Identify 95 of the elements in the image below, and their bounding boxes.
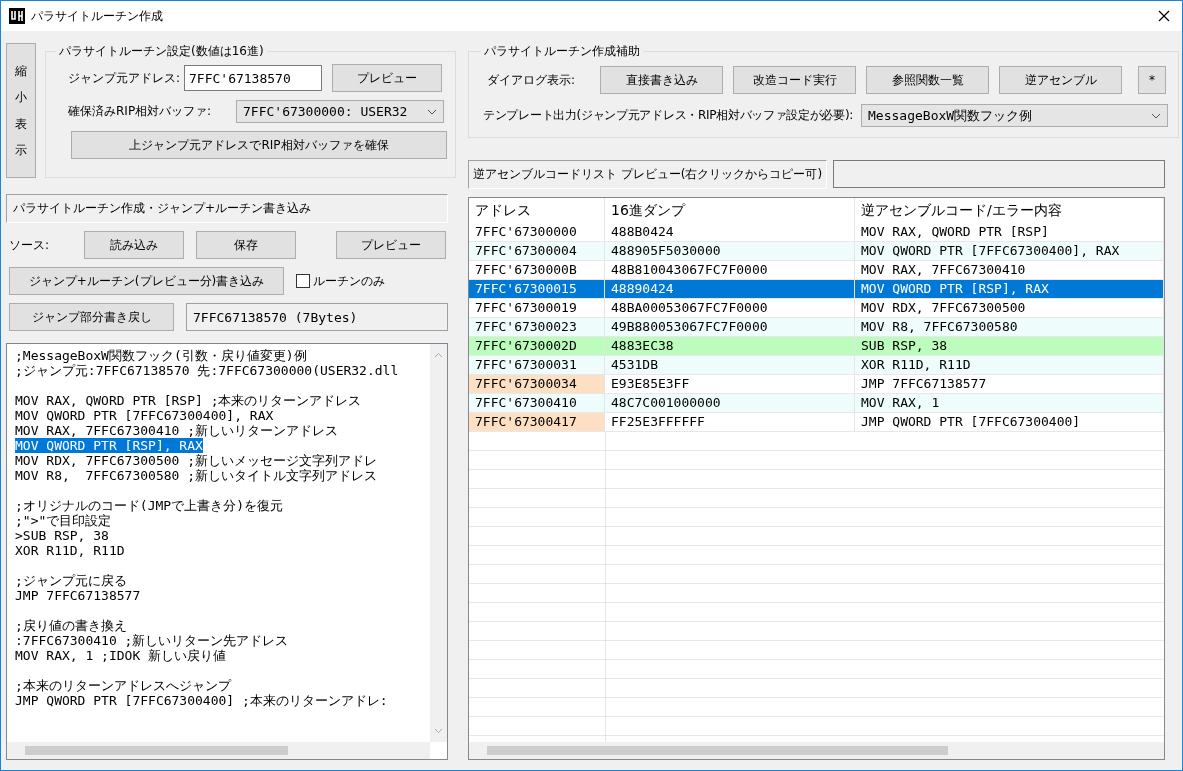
address-cell: 7FFC'67300410 xyxy=(469,394,605,412)
code-cell: XOR R11D, R11D xyxy=(855,356,1164,374)
dump-cell: 4883EC38 xyxy=(605,337,855,355)
buffer-label: 確保済みRIP相対バッファ: xyxy=(67,103,213,120)
shrink-view-button[interactable]: 縮小表示 xyxy=(6,43,36,178)
address-cell: 7FFC'67300000 xyxy=(469,223,605,241)
dialog-label: ダイアログ表示: xyxy=(486,71,577,89)
assist-legend: パラサイトルーチン作成補助 xyxy=(481,43,643,60)
buffer-dropdown[interactable]: 7FFC'67300000: USER32 xyxy=(236,100,444,123)
code-line: MOV RAX, 1 ;IDOK 新しい戻り値 xyxy=(15,648,227,663)
dump-cell: 488905F5030000 xyxy=(605,242,855,260)
code-cell: JMP 7FFC67138577 xyxy=(855,375,1164,393)
caret-icon xyxy=(1151,112,1161,119)
code-cell: MOV R8, 7FFC67300580 xyxy=(855,318,1164,336)
close-icon[interactable] xyxy=(1158,10,1170,22)
address-cell: 7FFC'67300019 xyxy=(469,299,605,317)
code-cell: MOV QWORD PTR [7FFC67300400], RAX xyxy=(855,242,1164,260)
address-cell: 7FFC'67300023 xyxy=(469,318,605,336)
code-line: ;ジャンプ元に戻る xyxy=(15,573,127,588)
restore-info-field: 7FFC67138570 (7Bytes) xyxy=(186,303,448,331)
address-cell: 7FFC'67300015 xyxy=(469,280,605,298)
code-line: JMP 7FFC67138577 xyxy=(15,588,141,603)
code-cell: MOV RAX, QWORD PTR [RSP] xyxy=(855,223,1164,241)
table-row[interactable]: 7FFC'67300004 488905F5030000 MOV QWORD PTR [7FFC67300400], RAX xyxy=(469,242,1164,261)
table-row[interactable]: 7FFC'67300023 49B880053067FC7F0000 MOV R8, 7FFC67300580 xyxy=(469,318,1164,337)
routine-only-label: ルーチンのみ xyxy=(313,272,385,290)
dump-cell: 488B0424 xyxy=(605,223,855,241)
table-row[interactable]: 7FFC'67300417 FF25E3FFFFFF JMP QWORD PTR [7FFC67300400] xyxy=(469,413,1164,432)
address-cell: 7FFC'67300417 xyxy=(469,413,605,431)
address-cell: 7FFC'67300034 xyxy=(469,375,605,393)
source-label: ソース: xyxy=(9,236,51,254)
dump-cell: 48890424 xyxy=(605,280,855,298)
dump-cell: 4531DB xyxy=(605,356,855,374)
code-line: ;オリジナルのコード(JMPで上書き分)を復元 xyxy=(15,498,283,513)
dump-cell: 49B880053067FC7F0000 xyxy=(605,318,855,336)
dump-cell: 48BA00053067FC7F0000 xyxy=(605,299,855,317)
dialog-button[interactable]: 参照関数一覧 xyxy=(866,66,989,94)
list-title: 逆アセンブルコードリスト プレビュー(右クリックからコピー可) xyxy=(468,160,828,189)
dump-cell: E93E85E3FF xyxy=(605,375,855,393)
write-button[interactable]: ジャンプ+ルーチン(プレビュー分)書き込み xyxy=(9,267,284,295)
restore-jump-button[interactable]: ジャンプ部分書き戻し xyxy=(9,303,174,331)
dump-cell: 48B810043067FC7F0000 xyxy=(605,261,855,279)
preview-button[interactable]: プレビュー xyxy=(332,64,442,92)
horizontal-scrollbar[interactable] xyxy=(7,742,430,759)
code-line: ;">"で目印設定 xyxy=(15,513,112,528)
code-line: ;MessageBoxW関数フック(引数・戻り値変更)例 xyxy=(15,348,307,363)
address-cell: 7FFC'67300031 xyxy=(469,356,605,374)
dialog-button[interactable]: 改造コード実行 xyxy=(733,66,856,94)
code-cell: MOV RAX, 1 xyxy=(855,394,1164,412)
code-line: ;本来のリターンアドレスへジャンプ xyxy=(15,678,231,693)
address-cell: 7FFC'6730000B xyxy=(469,261,605,279)
dialog-button[interactable]: * xyxy=(1138,66,1166,94)
dialog-button[interactable]: 逆アセンブル xyxy=(999,66,1122,94)
code-cell: MOV RDX, 7FFC67300500 xyxy=(855,299,1164,317)
settings-legend: パラサイトルーチン設定(数値は16進) xyxy=(56,43,267,60)
window-title: パラサイトルーチン作成 xyxy=(31,7,163,25)
source-button[interactable]: 読み込み xyxy=(84,231,184,259)
address-cell: 7FFC'67300004 xyxy=(469,242,605,260)
template-dropdown[interactable]: MessageBoxW関数フック例 xyxy=(861,104,1168,127)
code-line: MOV RAX, QWORD PTR [RSP] ;本来のリターンアドレス xyxy=(15,393,362,408)
code-line: :7FFC67300410 ;新しいリターン先アドレス xyxy=(15,633,289,648)
template-label: テンプレート出力(ジャンプ元アドレス・RIP相対バッファ設定が必要): xyxy=(482,107,854,124)
caret-icon xyxy=(427,108,437,115)
horizontal-scrollbar[interactable] xyxy=(469,742,1164,759)
code-cell: SUB RSP, 38 xyxy=(855,337,1164,355)
code-cell: MOV RAX, 7FFC67300410 xyxy=(855,261,1164,279)
dialog-button[interactable]: 直接書き込み xyxy=(600,66,723,94)
table-row[interactable]: 7FFC'67300034 E93E85E3FF JMP 7FFC67138577 xyxy=(469,375,1164,394)
table-row[interactable]: 7FFC'6730002D 4883EC38 SUB RSP, 38 xyxy=(469,337,1164,356)
source-button[interactable]: 保存 xyxy=(196,231,296,259)
vertical-scrollbar[interactable] xyxy=(430,344,447,742)
reserve-buffer-button[interactable]: 上ジャンプ元アドレスでRIP相対バッファを確保 xyxy=(71,131,447,159)
dump-cell: FF25E3FFFFFF xyxy=(605,413,855,431)
code-editor[interactable] xyxy=(6,343,448,760)
table-row[interactable]: 7FFC'67300031 4531DB XOR R11D, R11D xyxy=(469,356,1164,375)
code-line: MOV QWORD PTR [7FFC67300400], RAX xyxy=(15,408,274,423)
table-row[interactable]: 7FFC'67300015 48890424 MOV QWORD PTR [RSP], RAX xyxy=(469,280,1164,299)
code-cell: JMP QWORD PTR [7FFC67300400] xyxy=(855,413,1164,431)
routine-only-checkbox[interactable] xyxy=(296,274,310,288)
code-line: MOV R8, 7FFC67300580 ;新しいタイトル文字列アドレス xyxy=(15,468,377,483)
app-logo-icon xyxy=(9,8,25,24)
address-cell: 7FFC'6730002D xyxy=(469,337,605,355)
code-line: MOV RAX, 7FFC67300410 ;新しいリターンアドレス xyxy=(15,423,338,438)
section-title: パラサイトルーチン作成・ジャンプ+ルーチン書き込み xyxy=(6,194,448,223)
code-line: XOR R11D, R11D xyxy=(15,543,125,558)
source-button[interactable]: プレビュー xyxy=(336,231,446,259)
code-line: ;ジャンプ元:7FFC67138570 先:7FFC67300000(USER32.dll xyxy=(15,363,399,378)
jump-address-field[interactable]: 7FFC'67138570 xyxy=(184,65,322,91)
table-row[interactable]: 7FFC'67300410 48C7C001000000 MOV RAX, 1 xyxy=(469,394,1164,413)
code-line: JMP QWORD PTR [7FFC67300400] ;本来のリターンアドレ: xyxy=(15,693,388,708)
code-line: >SUB RSP, 38 xyxy=(15,528,109,543)
code-line: ;戻り値の書き換え xyxy=(15,618,127,633)
dump-cell: 48C7C001000000 xyxy=(605,394,855,412)
code-line: MOV RDX, 7FFC67300500 ;新しいメッセージ文字列アドレ xyxy=(15,453,377,468)
code-cell: MOV QWORD PTR [RSP], RAX xyxy=(855,280,1164,298)
